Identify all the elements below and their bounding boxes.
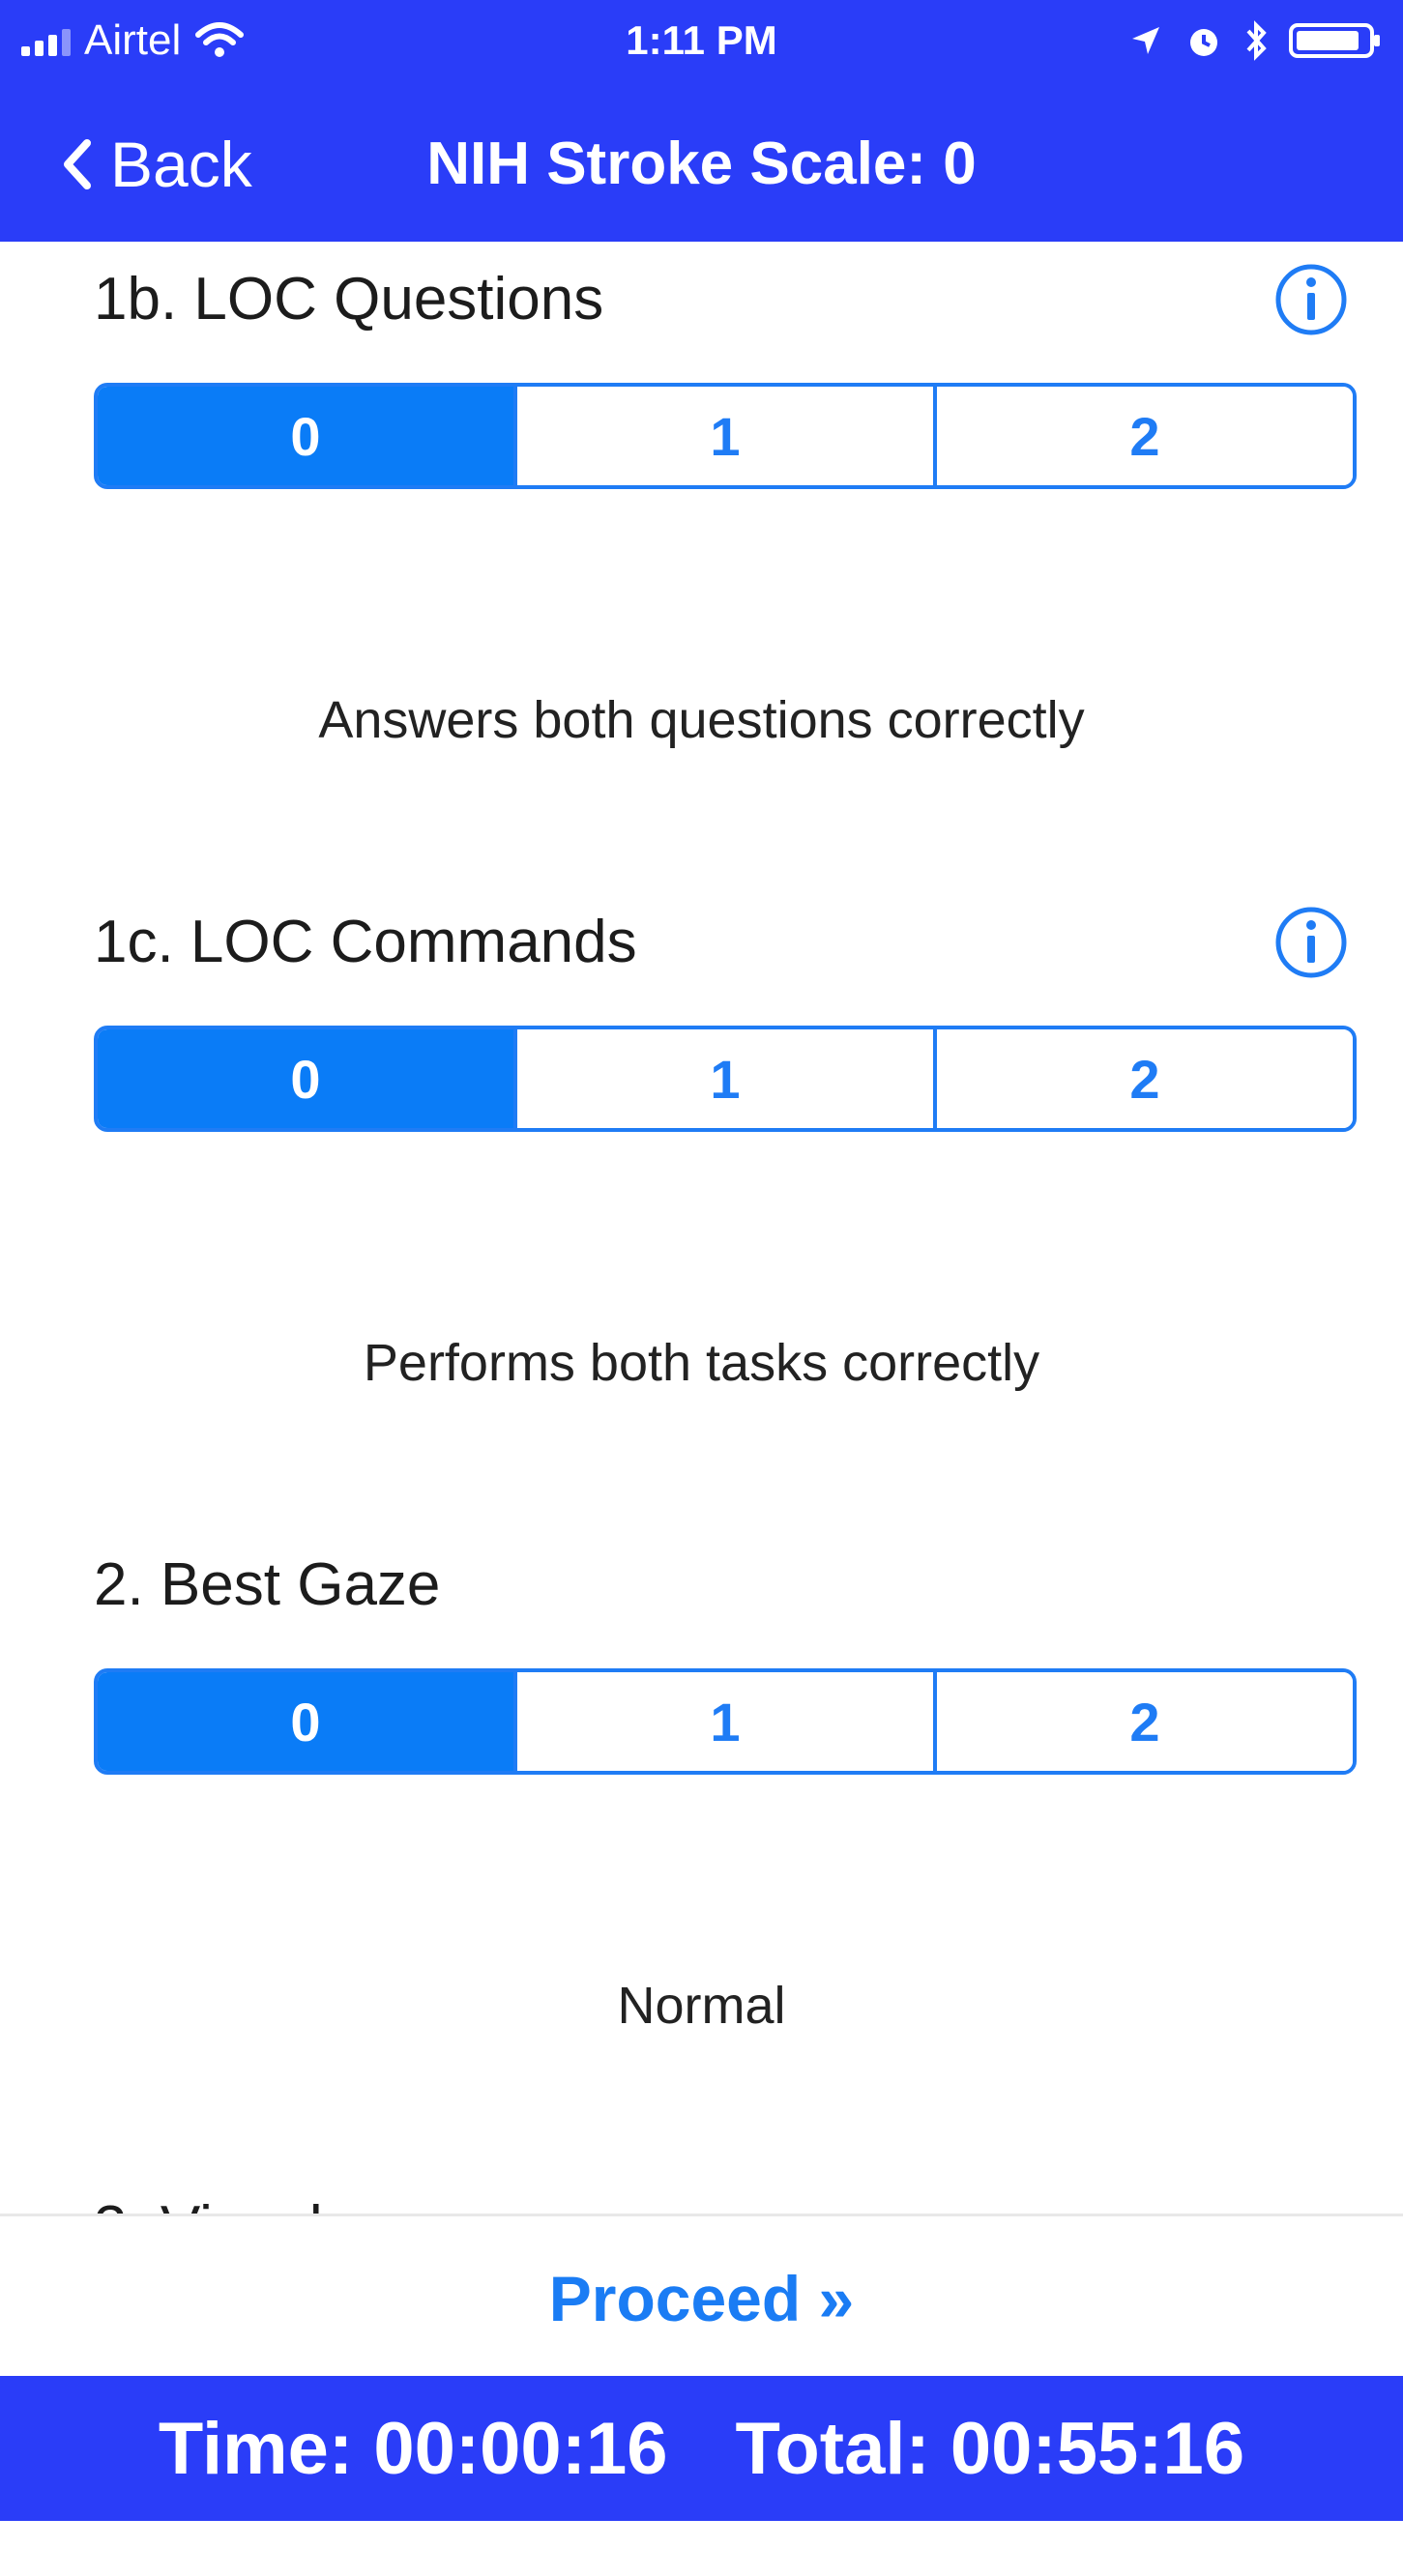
score-segmented-control: 0 1 2 (94, 1668, 1357, 1775)
score-segmented-control: 0 1 2 (94, 1026, 1357, 1132)
bluetooth-icon (1246, 20, 1267, 61)
elapsed-time: Time: 00:00:16 (158, 2407, 668, 2490)
score-option-0[interactable]: 0 (98, 387, 513, 485)
bottom-safe-area (0, 2521, 1403, 2576)
score-description: Normal (617, 1977, 786, 2035)
score-option-2[interactable]: 2 (933, 1029, 1353, 1128)
score-option-0[interactable]: 0 (98, 1672, 513, 1771)
score-option-2[interactable]: 2 (933, 1672, 1353, 1771)
scroll-content[interactable]: 1b. LOC Questions 0 1 2 Answers both que… (0, 242, 1403, 2214)
section-title: 1c. LOC Commands (94, 909, 637, 975)
score-segmented-control: 0 1 2 (94, 383, 1357, 489)
info-icon[interactable] (1272, 261, 1350, 338)
section-title: 1b. LOC Questions (94, 266, 604, 333)
section-title: 2. Best Gaze (94, 1551, 441, 1618)
score-option-1[interactable]: 1 (513, 387, 933, 485)
proceed-button[interactable]: Proceed » (0, 2245, 1403, 2352)
score-option-1[interactable]: 1 (513, 1672, 933, 1771)
status-bar: Airtel 1:11 PM (0, 0, 1403, 82)
info-icon[interactable] (1272, 904, 1350, 981)
score-description: Answers both questions correctly (318, 691, 1085, 749)
score-option-0[interactable]: 0 (98, 1029, 513, 1128)
proceed-bar: Proceed » (0, 2214, 1403, 2379)
score-option-2[interactable]: 2 (933, 387, 1353, 485)
section-title-visual-partial: 3. Visual (94, 2185, 323, 2214)
score-option-1[interactable]: 1 (513, 1029, 933, 1128)
battery-icon (1289, 23, 1380, 58)
alarm-icon (1190, 29, 1217, 56)
page-title: NIH Stroke Scale: 0 (426, 130, 977, 197)
status-right (1128, 14, 1382, 68)
nav-bar: Back NIH Stroke Scale: 0 (0, 87, 1403, 232)
total-time: Total: 00:55:16 (735, 2407, 1245, 2490)
header: Airtel 1:11 PM Back NIH Stroke Scale: 0 (0, 0, 1403, 242)
location-arrow-icon (1132, 27, 1159, 54)
score-description: Performs both tasks correctly (363, 1334, 1040, 1392)
timer-bar: Time: 00:00:16 Total: 00:55:16 (0, 2376, 1403, 2521)
